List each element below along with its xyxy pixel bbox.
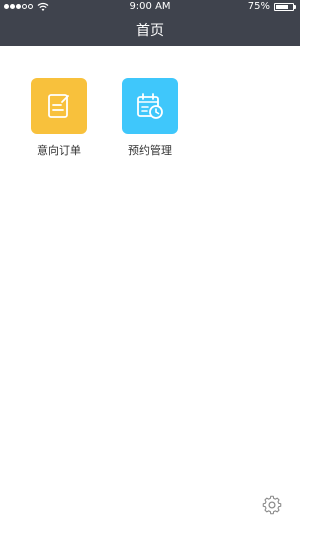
tile-label: 意向订单 bbox=[37, 144, 81, 157]
top-bar: 9:00 AM 75% 首页 bbox=[0, 0, 300, 46]
page-title: 首页 bbox=[136, 23, 164, 39]
home-screen: 9:00 AM 75% 首页 意向订单 预约管理 bbox=[0, 0, 300, 533]
calendar-clock-icon[interactable] bbox=[122, 78, 178, 134]
gear-icon[interactable] bbox=[262, 495, 282, 515]
status-bar: 9:00 AM 75% bbox=[0, 0, 300, 14]
tile-appointment-management[interactable]: 预约管理 bbox=[110, 78, 190, 158]
battery-percent: 75% bbox=[247, 1, 270, 12]
tile-label: 预约管理 bbox=[128, 144, 172, 157]
battery-tip bbox=[294, 5, 296, 9]
battery-icon bbox=[274, 3, 294, 11]
note-edit-icon[interactable] bbox=[31, 78, 87, 134]
tile-intent-orders[interactable]: 意向订单 bbox=[19, 78, 99, 158]
battery-level bbox=[276, 5, 288, 9]
